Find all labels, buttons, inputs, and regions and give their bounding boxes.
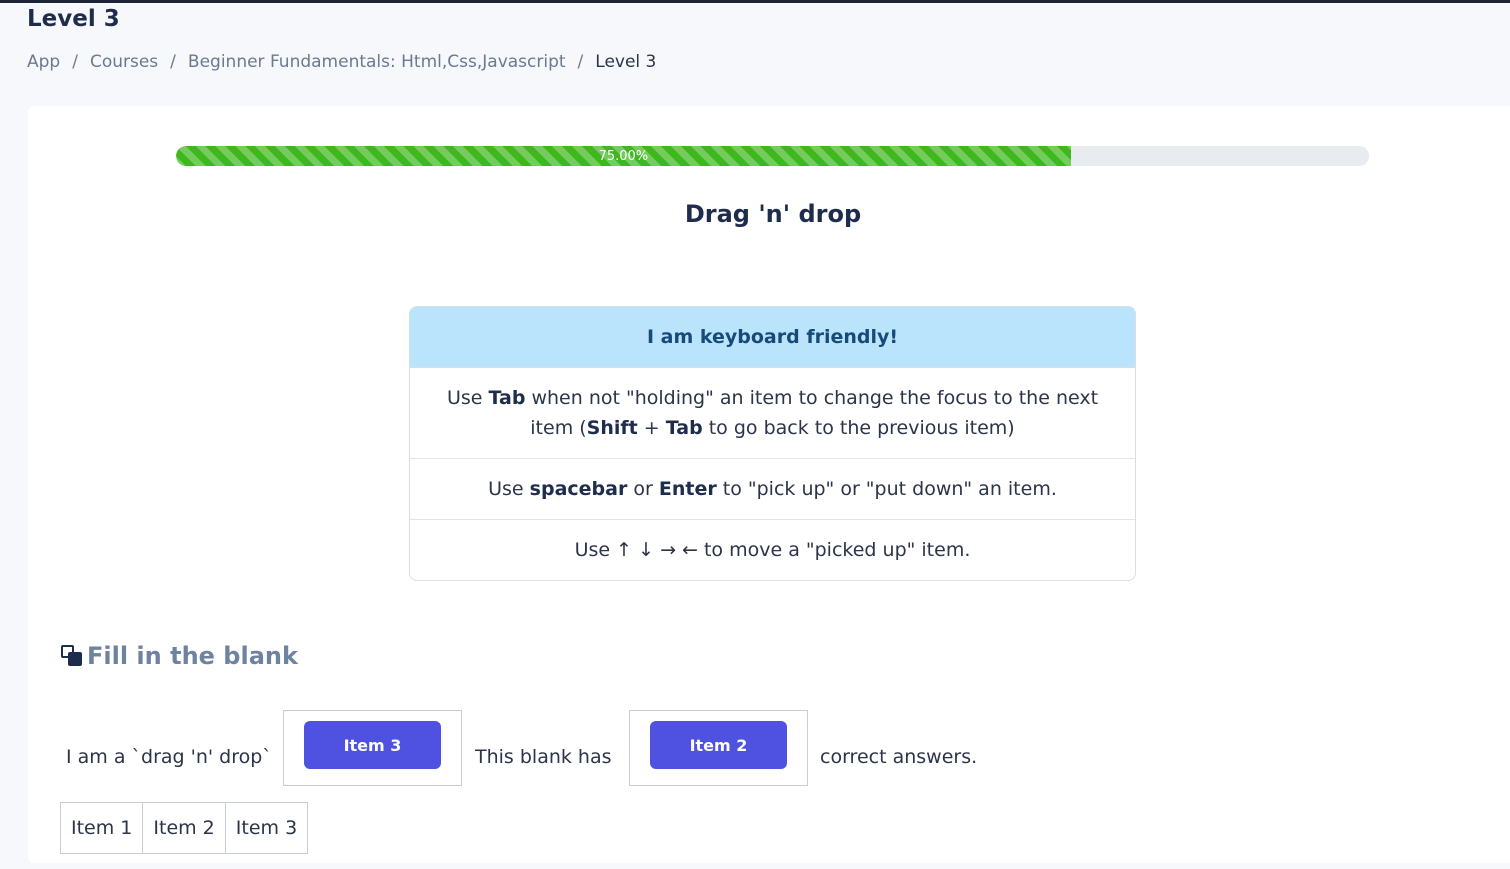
progress-fill: 75.00% xyxy=(176,146,1071,166)
breadcrumb: App / Courses / Beginner Fundamentals: H… xyxy=(27,52,656,72)
draggable-item-chip[interactable]: Item 3 xyxy=(304,721,441,769)
breadcrumb-courses[interactable]: Courses xyxy=(90,52,158,72)
sentence-text-3: correct answers. xyxy=(820,746,978,768)
keyboard-help-header: I am keyboard friendly! xyxy=(410,307,1135,368)
activity-card: 75.00% Drag 'n' drop I am keyboard frien… xyxy=(28,106,1510,863)
keyboard-help-table: I am keyboard friendly! Use Tab when not… xyxy=(409,306,1136,581)
bank-item[interactable]: Item 2 xyxy=(142,802,226,854)
activity-title: Drag 'n' drop xyxy=(684,200,862,228)
breadcrumb-current: Level 3 xyxy=(595,52,657,72)
fill-in-the-blank-heading: Fill in the blank xyxy=(59,642,298,670)
breadcrumb-separator: / xyxy=(577,52,584,72)
breadcrumb-separator: / xyxy=(72,52,78,72)
fill-heading-label: Fill in the blank xyxy=(87,642,298,670)
keyboard-help-row-pickup: Use spacebar or Enter to "pick up" or "p… xyxy=(410,459,1135,520)
progress-bar: 75.00% xyxy=(176,146,1369,166)
fill-sentence: I am a `drag 'n' drop` Item 3 This blank… xyxy=(28,710,1428,786)
copy-icon xyxy=(59,643,85,669)
drop-zone-2[interactable]: Item 2 xyxy=(629,710,808,786)
sentence-text-2: This blank has xyxy=(475,746,612,768)
breadcrumb-course[interactable]: Beginner Fundamentals: Html,Css,Javascri… xyxy=(188,52,566,72)
draggable-item-chip[interactable]: Item 2 xyxy=(650,721,787,769)
item-bank: Item 1 Item 2 Item 3 xyxy=(60,802,309,854)
drop-zone-1[interactable]: Item 3 xyxy=(283,710,462,786)
breadcrumb-app[interactable]: App xyxy=(27,52,60,72)
bank-item[interactable]: Item 1 xyxy=(60,802,144,854)
keyboard-help-row-tab: Use Tab when not "holding" an item to ch… xyxy=(410,368,1135,459)
page-title: Level 3 xyxy=(27,6,120,32)
bank-item[interactable]: Item 3 xyxy=(224,802,309,854)
sentence-text-1: I am a `drag 'n' drop` xyxy=(66,746,272,768)
top-border xyxy=(0,0,1510,3)
breadcrumb-separator: / xyxy=(170,52,176,72)
keyboard-help-row-arrows: Use ↑ ↓ → ← to move a "picked up" item. xyxy=(574,539,971,561)
progress-label: 75.00% xyxy=(598,148,649,164)
